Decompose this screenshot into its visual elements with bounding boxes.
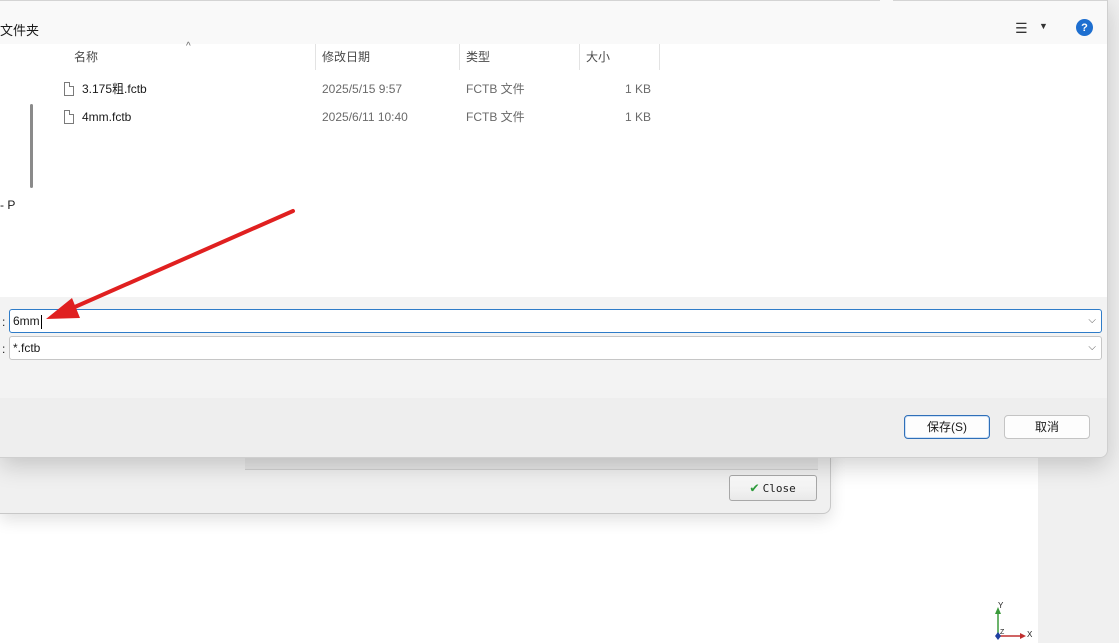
chevron-down-icon[interactable]: ⌵	[1088, 337, 1096, 359]
file-icon	[64, 110, 74, 124]
column-divider[interactable]	[315, 44, 316, 70]
filetype-value: *.fctb	[13, 341, 41, 355]
address-bar-edge	[0, 0, 880, 1]
axis-label-y: Y	[998, 601, 1004, 610]
file-row[interactable]: 3.175粗.fctb 2025/5/15 9:57 FCTB 文件 1 KB	[40, 75, 660, 103]
file-form: : 6mm ⌵ : *.fctb ⌵	[0, 297, 1107, 398]
text-cursor	[40, 314, 42, 329]
column-header-type[interactable]: 类型	[466, 44, 490, 70]
column-header-modified[interactable]: 修改日期	[322, 44, 370, 70]
file-size: 1 KB	[625, 82, 652, 96]
list-view-icon[interactable]: ☰	[1015, 20, 1028, 37]
chevron-down-icon[interactable]: ⌵	[1088, 310, 1096, 332]
navigation-pane[interactable]: - P	[0, 44, 40, 297]
filetype-label: :	[2, 342, 6, 356]
axis-label-x: X	[1027, 630, 1033, 639]
file-list[interactable]: ^ 名称 修改日期 类型 大小 3.175粗.fctb 2025/5/15 9:…	[40, 41, 1107, 297]
file-name: 4mm.fctb	[82, 110, 132, 124]
dialog-footer: 保存(S) 取消	[0, 398, 1107, 457]
close-button[interactable]: ✔ Close	[729, 475, 817, 501]
dialog-toolbar: 文件夹 ☰ ▼ ?	[0, 0, 1107, 44]
save-file-dialog: 文件夹 ☰ ▼ ? - P ^ 名称 修改日期 类型 大小 3.175粗.fct…	[0, 0, 1108, 458]
file-modified: 2025/5/15 9:57	[322, 82, 403, 96]
nav-item-fragment[interactable]: - P	[0, 198, 15, 212]
column-divider[interactable]	[459, 44, 460, 70]
save-button[interactable]: 保存(S)	[904, 415, 990, 439]
nav-scrollbar[interactable]	[30, 104, 33, 188]
help-icon[interactable]: ?	[1076, 19, 1093, 36]
column-header-name[interactable]: 名称	[74, 44, 98, 70]
file-modified: 2025/6/11 10:40	[322, 110, 408, 124]
axis-gizmo: Y X Z	[995, 601, 1033, 640]
column-header-size[interactable]: 大小	[586, 44, 610, 70]
file-type: FCTB 文件	[466, 110, 525, 124]
filename-input[interactable]: 6mm ⌵	[9, 309, 1102, 333]
cancel-button[interactable]: 取消	[1004, 415, 1090, 439]
checkmark-icon: ✔	[750, 480, 759, 496]
axis-label-z: Z	[1000, 629, 1005, 636]
file-row[interactable]: 4mm.fctb 2025/6/11 10:40 FCTB 文件 1 KB	[40, 103, 660, 131]
file-icon	[64, 82, 74, 96]
filename-value: 6mm	[13, 314, 40, 328]
column-divider[interactable]	[659, 44, 660, 70]
file-size: 1 KB	[625, 110, 652, 124]
file-type: FCTB 文件	[466, 82, 525, 96]
search-bar-edge	[893, 0, 1107, 1]
chevron-down-icon[interactable]: ▼	[1039, 21, 1048, 31]
file-name: 3.175粗.fctb	[82, 82, 147, 96]
close-button-label: Close	[762, 481, 796, 495]
filetype-select[interactable]: *.fctb ⌵	[9, 336, 1102, 360]
new-folder-button[interactable]: 文件夹	[0, 20, 39, 39]
filename-label: :	[2, 315, 6, 329]
column-divider[interactable]	[579, 44, 580, 70]
sort-ascending-icon: ^	[186, 41, 191, 52]
